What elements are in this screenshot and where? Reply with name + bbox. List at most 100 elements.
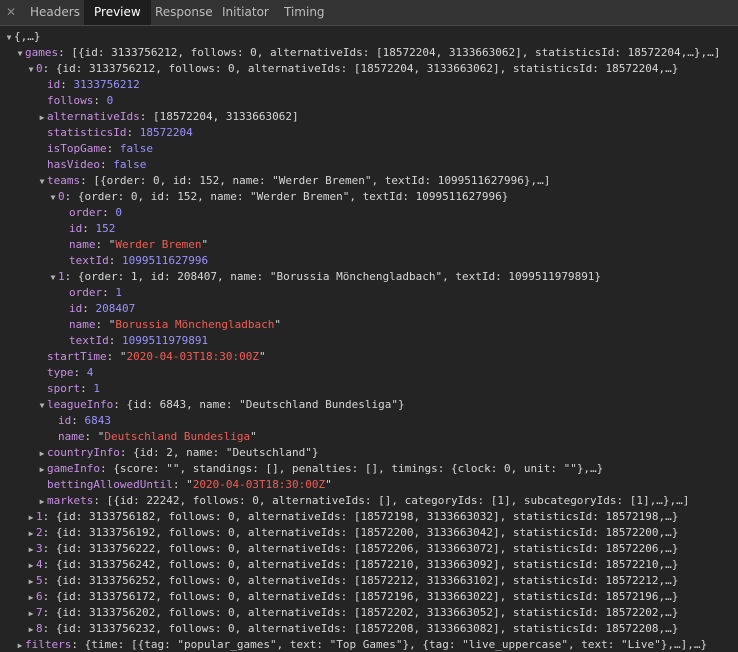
property-key: markets [47,494,94,507]
property-key: startTime [47,350,107,363]
property-key: 6 [36,590,43,603]
key-separator: : [139,110,153,123]
triangle-right-icon[interactable]: ▶ [26,542,36,557]
devtools-tab-bar: ✕ Headers Preview Response Initiator Tim… [0,0,738,26]
property-key: leagueInfo [47,398,114,411]
triangle-right-icon[interactable]: ▶ [26,526,36,541]
triangle-down-icon[interactable]: ▼ [48,190,58,205]
property-key: games [25,46,59,59]
tree-row[interactable]: ▶ 7: {id: 3133756202, follows: 0, alterna… [0,605,738,621]
tree-row[interactable]: ▼ 0: {id: 3133756212, follows: 0, alterna… [0,61,738,77]
tree-row[interactable]: ▶ gameInfo: {score: "", standings: [], pe… [0,461,738,477]
tree-row[interactable]: ▼ teams: [{order: 0, id: 152, name: "Werd… [0,173,738,189]
key-separator: : [82,222,96,235]
tree-row[interactable]: ▶ 3: {id: 3133756222, follows: 0, alterna… [0,541,738,557]
property-key: follows [47,94,94,107]
property-key: 4 [36,558,43,571]
object-preview: {time: [{tag: "popular_games", text: "To… [84,638,708,651]
property-key: id [69,222,83,235]
tree-row[interactable]: ▼ games: [{id: 3133756212, follows: 0, al… [0,45,738,61]
tree-row[interactable]: ▶ alternativeIds: [18572204, 3133663062] [0,109,738,125]
triangle-down-icon[interactable]: ▼ [26,62,36,77]
triangle-right-icon[interactable]: ▶ [37,110,47,125]
tree-row[interactable]: ▶ 5: {id: 3133756252, follows: 0, alterna… [0,573,738,589]
property-key: 0 [36,62,43,75]
triangle-down-icon[interactable]: ▼ [37,398,47,413]
tree-row: bettingAllowedUntil: "2020-04-03T18:30:0… [0,477,738,493]
triangle-right-icon[interactable]: ▶ [26,574,36,589]
property-key: name [69,238,96,251]
key-separator: : [42,62,56,75]
tree-row[interactable]: ▶ countryInfo: {id: 2, name: "Deutschland… [0,445,738,461]
object-preview: {id: 3133756222, follows: 0, alternative… [55,542,679,555]
tree-row[interactable]: ▼ {,…} [0,29,738,45]
object-preview: {id: 3133756212, follows: 0, alternative… [55,62,679,75]
tree-row[interactable]: ▶ 2: {id: 3133756192, follows: 0, alterna… [0,525,738,541]
key-separator: : [73,366,87,379]
key-separator: : [64,270,78,283]
property-key: id [58,414,72,427]
tree-row: sport: 1 [0,381,738,397]
tab-response[interactable]: Response [145,0,223,25]
tree-row[interactable]: ▼ 0: {order: 0, id: 152, name: "Werder Br… [0,189,738,205]
key-separator: : [93,94,107,107]
object-preview: {order: 0, id: 152, name: "Werder Bremen… [77,190,509,203]
tree-row[interactable]: ▼ leagueInfo: {id: 6843, name: "Deutschla… [0,397,738,413]
triangle-down-icon[interactable]: ▼ [37,174,47,189]
property-key: 2 [36,526,43,539]
tree-row[interactable]: ▶ 6: {id: 3133756172, follows: 0, alterna… [0,589,738,605]
object-preview: {order: 1, id: 208407, name: "Borussia M… [77,270,602,283]
property-value: Werder Bremen [115,238,202,251]
key-separator: : [42,558,56,571]
quote: " [250,430,257,443]
triangle-down-icon[interactable]: ▼ [4,30,14,45]
triangle-right-icon[interactable]: ▶ [15,638,25,652]
key-separator: : [58,46,72,59]
property-key: 0 [58,190,65,203]
triangle-right-icon[interactable]: ▶ [26,606,36,621]
tab-preview[interactable]: Preview [84,0,151,25]
object-preview: {id: 2, name: "Deutschland"} [133,446,319,459]
close-icon[interactable]: ✕ [6,4,20,20]
property-value: 0 [115,206,122,219]
triangle-down-icon[interactable]: ▼ [48,270,58,285]
object-preview: {id: 3133756192, follows: 0, alternative… [55,526,679,539]
property-value: 2020-04-03T18:30:00Z [192,478,326,491]
tree-row: id: 152 [0,221,738,237]
key-separator: : [84,430,98,443]
property-key: 1 [36,510,43,523]
tree-row[interactable]: ▶ 1: {id: 3133756182, follows: 0, alterna… [0,509,738,525]
tree-row[interactable]: ▶ markets: [{id: 22242, follows: 0, alter… [0,493,738,509]
tree-row: startTime: "2020-04-03T18:30:00Z" [0,349,738,365]
key-separator: : [95,238,109,251]
triangle-right-icon[interactable]: ▶ [26,622,36,637]
property-key: id [69,302,83,315]
tree-row: name: "Deutschland Bundesliga" [0,429,738,445]
key-separator: : [102,206,116,219]
tree-row[interactable]: ▶ 4: {id: 3133756242, follows: 0, alterna… [0,557,738,573]
triangle-right-icon[interactable]: ▶ [26,590,36,605]
tab-timing[interactable]: Timing [274,0,335,25]
triangle-right-icon[interactable]: ▶ [26,558,36,573]
property-key: bettingAllowedUntil [47,478,173,491]
key-separator: : [64,190,78,203]
key-separator: : [95,318,109,331]
tree-row[interactable]: ▼ 1: {order: 1, id: 208407, name: "Boruss… [0,269,738,285]
triangle-down-icon[interactable]: ▼ [15,46,25,61]
tab-headers[interactable]: Headers [20,0,90,25]
property-key: 1 [58,270,65,283]
tree-row[interactable]: ▶ 8: {id: 3133756232, follows: 0, alterna… [0,621,738,637]
property-key: 8 [36,622,43,635]
property-key: order [69,286,103,299]
property-key: id [47,78,61,91]
property-value: 0 [106,94,114,107]
property-key: countryInfo [47,446,120,459]
triangle-right-icon[interactable]: ▶ [37,462,47,477]
triangle-right-icon[interactable]: ▶ [37,494,47,509]
triangle-right-icon[interactable]: ▶ [26,510,36,525]
tree-row: id: 6843 [0,413,738,429]
triangle-right-icon[interactable]: ▶ [37,446,47,461]
property-key: order [69,206,103,219]
tab-initiator[interactable]: Initiator [212,0,279,25]
tree-row[interactable]: ▶ filters: {time: [{tag: "popular_games",… [0,637,738,652]
